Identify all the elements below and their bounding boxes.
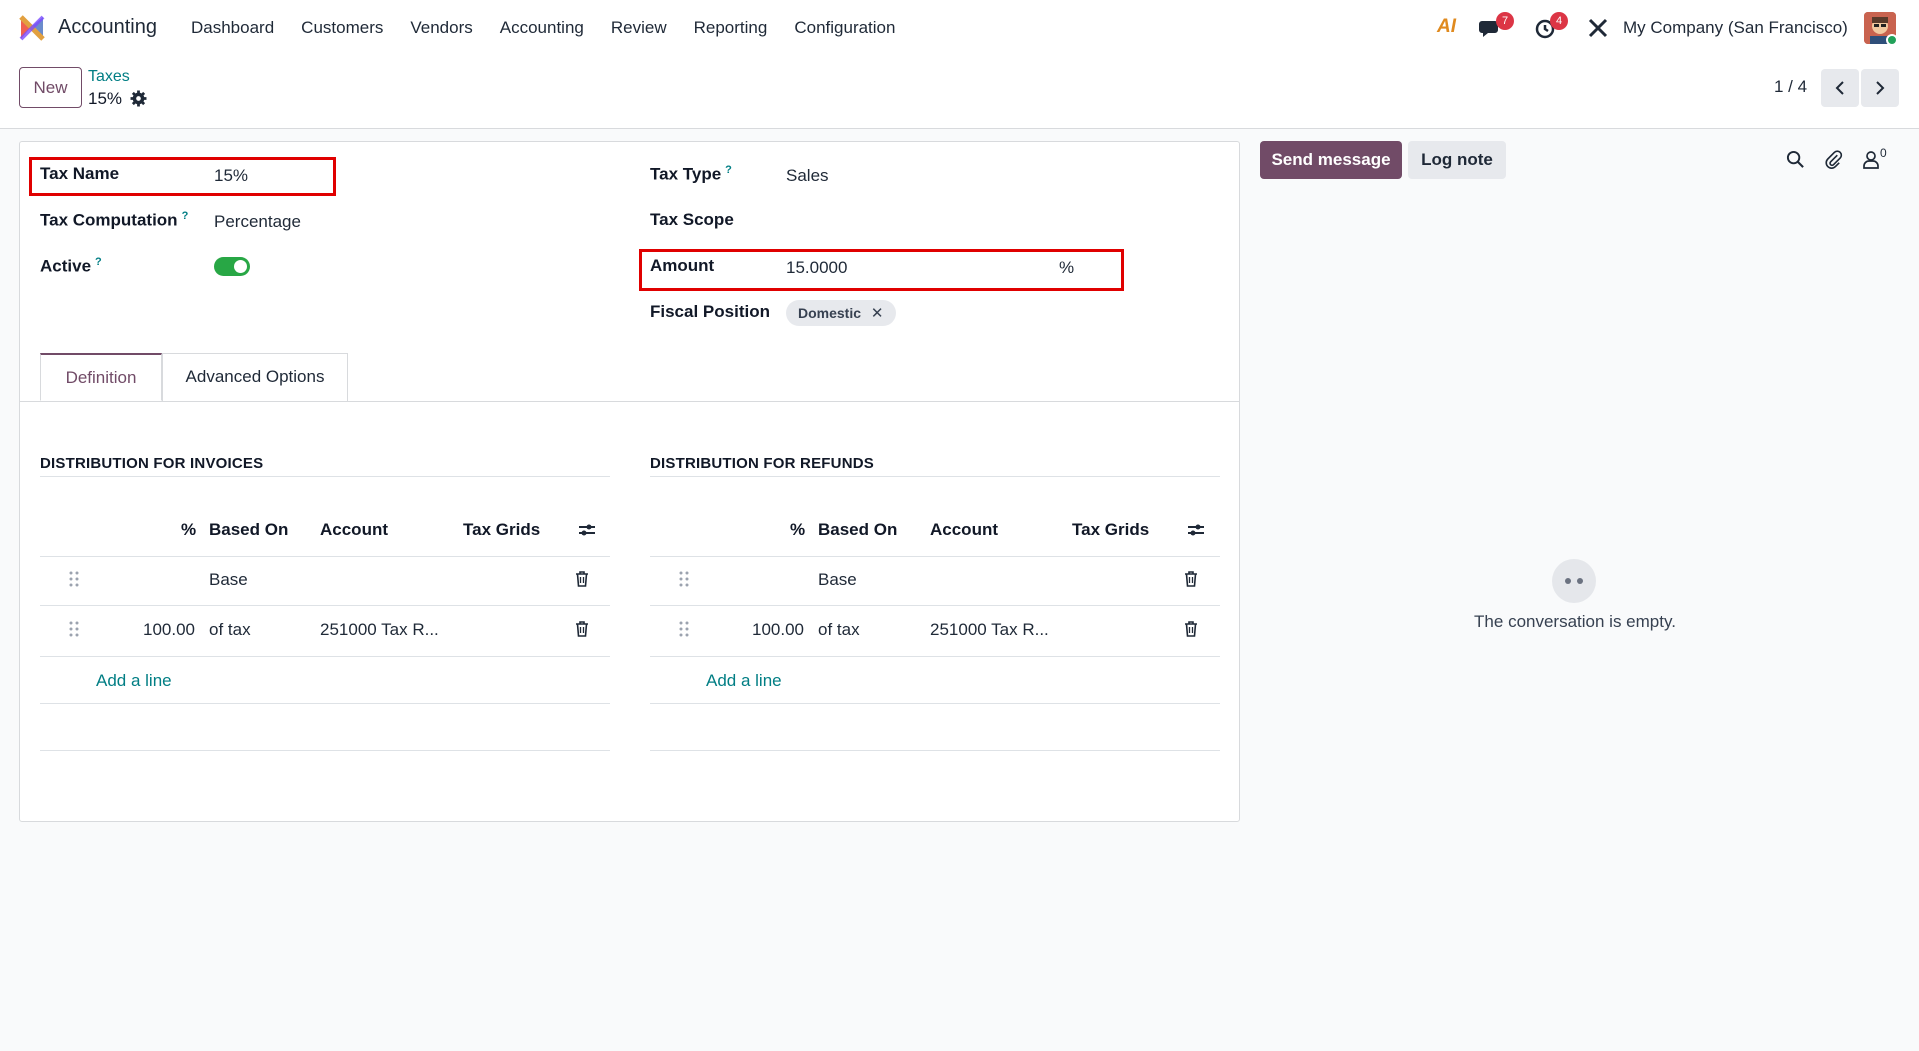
chevron-right-icon [1876, 81, 1885, 95]
paperclip-icon[interactable] [1824, 149, 1843, 169]
chevron-left-icon [1835, 81, 1844, 95]
followers-count: 0 [1880, 146, 1887, 160]
row-divider [650, 656, 1220, 657]
table-footer-divider [650, 750, 1220, 751]
tab-advanced-options[interactable]: Advanced Options [162, 353, 348, 401]
based-on-cell[interactable]: of tax [209, 620, 251, 640]
online-status-dot [1886, 34, 1898, 46]
invoices-section-title: DISTRIBUTION FOR INVOICES [40, 455, 264, 472]
tax-type-field[interactable]: Sales [786, 166, 829, 186]
menu-configuration[interactable]: Configuration [794, 18, 895, 38]
form-sheet [19, 141, 1240, 822]
table-header-divider [650, 556, 1220, 557]
row-divider [40, 656, 610, 657]
tax-computation-field[interactable]: Percentage [214, 212, 301, 232]
active-label: Active? [40, 256, 102, 276]
account-cell[interactable]: 251000 Tax R... [930, 620, 1049, 640]
invoices-col-percent[interactable]: % [181, 520, 196, 540]
menu-accounting[interactable]: Accounting [500, 18, 584, 38]
control-panel: New Taxes 15% 1 / 4 [0, 56, 1919, 129]
log-note-button[interactable]: Log note [1408, 141, 1506, 179]
app-name[interactable]: Accounting [58, 16, 157, 39]
help-icon[interactable]: ? [95, 256, 102, 268]
pager-next-button[interactable] [1861, 69, 1899, 107]
trash-icon[interactable] [1184, 571, 1198, 587]
menu-reporting[interactable]: Reporting [694, 18, 768, 38]
menu-review[interactable]: Review [611, 18, 667, 38]
amount-highlight [639, 249, 1124, 291]
refunds-col-percent[interactable]: % [790, 520, 805, 540]
new-button[interactable]: New [19, 67, 82, 108]
refunds-col-tax-grids[interactable]: Tax Grids [1072, 520, 1149, 540]
help-icon[interactable]: ? [725, 164, 732, 176]
breadcrumb-current-record: 15% [88, 89, 123, 108]
send-message-button[interactable]: Send message [1260, 141, 1402, 179]
toggle-knob [234, 260, 247, 273]
help-icon[interactable]: ? [182, 210, 189, 222]
table-header-divider [40, 556, 610, 557]
refunds-add-line-link[interactable]: Add a line [706, 671, 782, 691]
row-divider [40, 605, 610, 606]
optional-columns-icon[interactable] [1187, 522, 1205, 538]
menu-dashboard[interactable]: Dashboard [191, 18, 274, 38]
tools-icon[interactable] [1586, 16, 1610, 40]
menu-vendors[interactable]: Vendors [410, 18, 472, 38]
search-icon[interactable] [1786, 150, 1805, 169]
empty-conversation-icon [1552, 559, 1596, 603]
messages-badge: 7 [1496, 12, 1514, 30]
activities-badge: 4 [1550, 12, 1568, 30]
row-divider [40, 703, 610, 704]
tab-divider [19, 401, 1240, 402]
company-switcher[interactable]: My Company (San Francisco) [1623, 18, 1848, 38]
based-on-cell[interactable]: of tax [818, 620, 860, 640]
tax-type-label: Tax Type? [650, 164, 732, 184]
refunds-section-title: DISTRIBUTION FOR REFUNDS [650, 455, 874, 472]
account-cell[interactable]: 251000 Tax R... [320, 620, 439, 640]
refunds-col-account[interactable]: Account [930, 520, 998, 540]
invoices-add-line-link[interactable]: Add a line [96, 671, 172, 691]
based-on-cell[interactable]: Base [818, 570, 857, 590]
section-divider [650, 476, 1220, 477]
pager-previous-button[interactable] [1821, 69, 1859, 107]
row-divider [650, 605, 1220, 606]
trash-icon[interactable] [575, 571, 589, 587]
refunds-col-based-on[interactable]: Based On [818, 520, 897, 540]
active-toggle[interactable] [214, 257, 250, 276]
remove-tag-icon[interactable]: ✕ [871, 305, 884, 322]
main-menu: Dashboard Customers Vendors Accounting R… [191, 18, 922, 38]
tab-definition[interactable]: Definition [40, 353, 162, 401]
pager-value[interactable]: 1 / 4 [1774, 77, 1807, 97]
gear-icon[interactable] [130, 90, 147, 107]
drag-handle-icon[interactable] [69, 571, 79, 587]
ai-icon[interactable]: AI [1437, 16, 1456, 38]
empty-conversation-text: The conversation is empty. [1474, 612, 1676, 631]
optional-columns-icon[interactable] [578, 522, 596, 538]
percent-cell[interactable]: 100.00 [752, 620, 804, 640]
fiscal-position-tag-label: Domestic [798, 305, 862, 321]
followers-icon[interactable] [1862, 150, 1880, 169]
accounting-app-icon[interactable] [18, 14, 46, 42]
breadcrumb-taxes[interactable]: Taxes [88, 68, 130, 86]
tax-scope-label: Tax Scope [650, 210, 734, 229]
drag-handle-icon[interactable] [69, 621, 79, 637]
trash-icon[interactable] [1184, 621, 1198, 637]
section-divider [40, 476, 610, 477]
drag-handle-icon[interactable] [679, 621, 689, 637]
fiscal-position-label: Fiscal Position [650, 302, 770, 321]
invoices-col-account[interactable]: Account [320, 520, 388, 540]
fiscal-position-tag: Domestic ✕ [786, 300, 896, 326]
menu-customers[interactable]: Customers [301, 18, 383, 38]
table-footer-divider [40, 750, 610, 751]
drag-handle-icon[interactable] [679, 571, 689, 587]
trash-icon[interactable] [575, 621, 589, 637]
invoices-col-based-on[interactable]: Based On [209, 520, 288, 540]
tax-name-highlight [29, 157, 336, 196]
invoices-col-tax-grids[interactable]: Tax Grids [463, 520, 540, 540]
row-divider [650, 703, 1220, 704]
top-navbar: Accounting Dashboard Customers Vendors A… [0, 0, 1919, 56]
based-on-cell[interactable]: Base [209, 570, 248, 590]
tax-computation-label: Tax Computation? [40, 210, 189, 230]
percent-cell[interactable]: 100.00 [143, 620, 195, 640]
